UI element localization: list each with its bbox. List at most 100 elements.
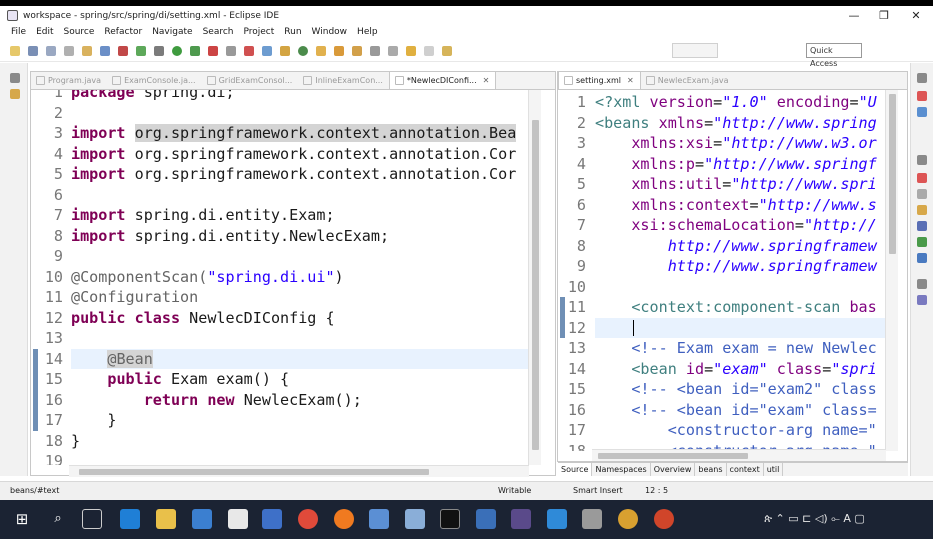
chrome-icon-2[interactable]	[618, 509, 638, 529]
tab-namespaces[interactable]: Namespaces	[592, 463, 651, 476]
store-icon[interactable]	[192, 509, 212, 529]
declaration-icon[interactable]	[917, 205, 927, 215]
ie-icon[interactable]	[547, 509, 567, 529]
problems-icon[interactable]	[917, 173, 927, 183]
xml-vertical-scrollbar[interactable]	[885, 90, 898, 451]
menu-navigate[interactable]: Navigate	[152, 27, 192, 37]
external-tools-icon[interactable]	[208, 45, 218, 56]
menu-window[interactable]: Window	[312, 27, 348, 37]
code-line[interactable]: import spring.di.entity.NewlecExam;	[71, 226, 389, 247]
debug-icon[interactable]	[154, 45, 164, 56]
spring-explorer-icon[interactable]	[917, 295, 927, 305]
code-line[interactable]: xmlns:context="http://www.s	[595, 195, 876, 216]
open-task-icon[interactable]	[334, 45, 344, 56]
tab-context[interactable]: context	[727, 463, 764, 476]
tab-util[interactable]: util	[764, 463, 784, 476]
code-line[interactable]: <context:component-scan bas	[595, 297, 876, 318]
menu-search[interactable]: Search	[203, 27, 234, 37]
tab-gridexamconsole[interactable]: GridExamConsol...	[202, 72, 299, 89]
scroll-thumb[interactable]	[79, 469, 429, 475]
forward-icon[interactable]	[424, 45, 434, 56]
restore-icon[interactable]	[917, 73, 927, 83]
tab-examconsole[interactable]: ExamConsole.ja...	[107, 72, 202, 89]
open-folder-icon[interactable]	[316, 45, 326, 56]
close-tab-icon[interactable]: ✕	[483, 76, 490, 85]
menu-run[interactable]: Run	[284, 27, 301, 37]
notepad-icon[interactable]	[405, 509, 425, 529]
file-explorer-icon[interactable]	[156, 509, 176, 529]
code-line[interactable]: <beans xmlns="http://www.spring	[595, 113, 877, 134]
code-line[interactable]: import org.springframework.context.annot…	[71, 144, 516, 165]
open-type-icon[interactable]	[82, 45, 92, 56]
skip-breakpoints-icon[interactable]	[118, 45, 128, 56]
close-button[interactable]: ✕	[900, 6, 932, 25]
minimize-button[interactable]: —	[838, 6, 870, 25]
code-line[interactable]: @ComponentScan("spring.di.ui")	[71, 267, 353, 288]
remote-app-icon[interactable]	[476, 509, 496, 529]
search-icon[interactable]: ⌕	[48, 509, 68, 529]
close-tab-icon[interactable]: ✕	[627, 76, 634, 85]
tab-beans[interactable]: beans	[695, 463, 727, 476]
code-line[interactable]: }	[71, 431, 80, 452]
code-line[interactable]: http://www.springframew	[595, 236, 877, 257]
system-tray[interactable]: ጵ ⌃ ▭ ⊏ ◁) ⟜ A ▢	[764, 512, 865, 526]
code-line[interactable]: @Configuration	[71, 287, 198, 308]
terminal-icon[interactable]	[440, 509, 460, 529]
pin-editor-icon[interactable]	[442, 45, 452, 56]
restore-icon-3[interactable]	[917, 279, 927, 289]
spring-refresh-icon[interactable]	[136, 45, 146, 56]
code-line[interactable]: <?xml version="1.0" encoding="U	[595, 92, 877, 113]
edge-icon[interactable]	[120, 509, 140, 529]
build-icon[interactable]	[226, 45, 236, 56]
firefox-icon[interactable]	[334, 509, 354, 529]
new-file-icon[interactable]	[10, 45, 20, 56]
tab-source[interactable]: Source	[558, 463, 593, 476]
next-annotation-icon[interactable]	[388, 45, 398, 56]
servers-icon[interactable]	[917, 253, 927, 263]
menu-file[interactable]: File	[11, 27, 26, 37]
calculator-icon[interactable]	[582, 509, 602, 529]
javadoc-icon[interactable]	[917, 189, 927, 199]
new-class-icon[interactable]	[298, 45, 308, 56]
code-line[interactable]: xsi:schemaLocation="http://	[595, 215, 876, 236]
powerpoint-icon[interactable]	[654, 509, 674, 529]
mail-icon[interactable]	[228, 509, 248, 529]
code-line[interactable]: import spring.di.entity.Exam;	[71, 205, 335, 226]
code-line[interactable]: @Bean	[71, 349, 153, 370]
server-icon[interactable]	[244, 45, 254, 56]
print-icon[interactable]	[64, 45, 74, 56]
code-line[interactable]: <!-- Exam exam = new Newlec	[595, 338, 876, 359]
code-line[interactable]: import org.springframework.context.annot…	[71, 164, 516, 185]
new-package-icon[interactable]	[280, 45, 290, 56]
restore-icon[interactable]	[10, 73, 20, 83]
network-tool-icon[interactable]	[262, 509, 282, 529]
java-code-area[interactable]: 1 package spring.di; 2 3 import org.springfr…	[31, 90, 529, 465]
maximize-button[interactable]: ❐	[868, 6, 900, 25]
xml-code-area[interactable]: 1 <?xml version="1.0" encoding="U 2 <beans …	[558, 90, 886, 451]
menu-help[interactable]: Help	[357, 27, 378, 37]
code-line[interactable]: xmlns:p="http://www.springf	[595, 154, 876, 175]
xml-horizontal-scrollbar[interactable]	[592, 449, 886, 461]
scroll-thumb[interactable]	[532, 120, 539, 450]
terminal-icon[interactable]	[100, 45, 110, 56]
code-line[interactable]: public class NewlecDIConfig {	[71, 308, 335, 329]
menu-source[interactable]: Source	[64, 27, 95, 37]
code-line[interactable]: package spring.di;	[71, 90, 235, 103]
tab-inlineexamconsole[interactable]: InlineExamCon...	[298, 72, 389, 89]
tab-program-java[interactable]: Program.java	[31, 72, 107, 89]
back-icon[interactable]	[406, 45, 416, 56]
code-line[interactable]: return new NewlecExam();	[71, 390, 362, 411]
menu-refactor[interactable]: Refactor	[104, 27, 142, 37]
code-line[interactable]: <!-- <bean id="exam" class=	[595, 400, 876, 421]
task-view-icon[interactable]	[82, 509, 102, 529]
save-all-icon[interactable]	[46, 45, 56, 56]
code-line[interactable]: <bean id="exam" class="spri	[595, 359, 876, 380]
package-explorer-icon[interactable]	[10, 89, 20, 99]
annotation-nav-icon[interactable]	[370, 45, 380, 56]
menu-edit[interactable]: Edit	[36, 27, 53, 37]
xml-editor-pane[interactable]: setting.xml ✕ NewlecExam.java 1 <?xml vers…	[557, 71, 908, 462]
new-java-project-icon[interactable]	[262, 45, 272, 56]
remote-desktop-icon[interactable]	[369, 509, 389, 529]
search-icon[interactable]	[352, 45, 362, 56]
code-line[interactable]: <constructor-arg name="	[595, 420, 877, 441]
